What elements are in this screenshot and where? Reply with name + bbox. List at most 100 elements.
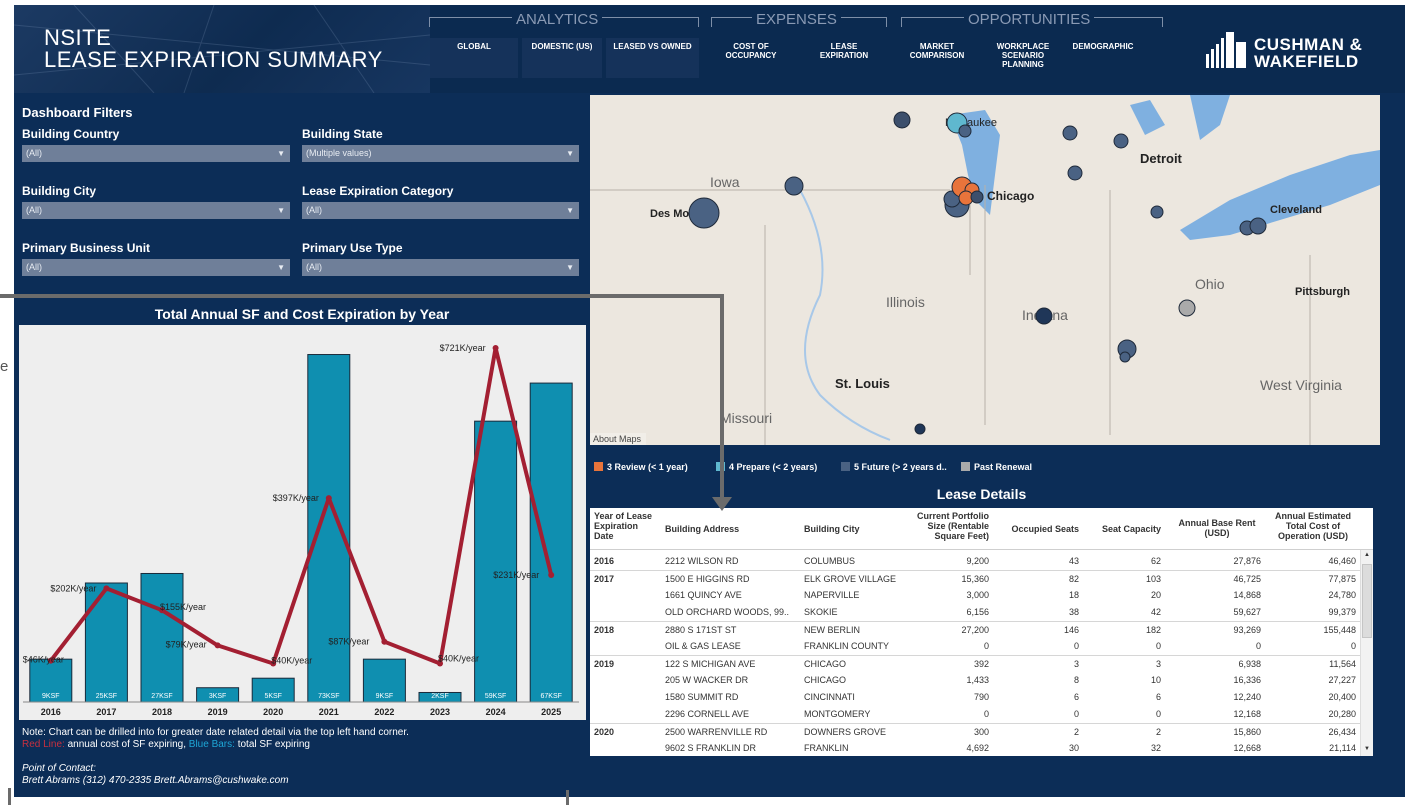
blue-bars-text: total SF expiring: [234, 739, 310, 750]
cost-point[interactable]: [548, 571, 555, 578]
table-row[interactable]: 2296 CORNELL AVE MONTGOMERY 0 0 0 12,168 20,28…: [590, 706, 1360, 722]
lake-erie: [1180, 150, 1380, 240]
cost-point[interactable]: [492, 345, 499, 351]
table-row[interactable]: 2019 122 S MICHIGAN AVE CHICAGO 392 3 3 6,938 1…: [590, 655, 1360, 671]
chart-title: Total Annual SF and Cost Expiration by Y…: [154, 306, 450, 322]
map-marker[interactable]: [688, 197, 720, 229]
cell-year: 2019: [594, 659, 615, 669]
col-address[interactable]: Building Address: [665, 524, 795, 534]
map-marker[interactable]: [1035, 307, 1053, 325]
cost-point[interactable]: [325, 495, 332, 502]
map-marker[interactable]: [1178, 299, 1196, 317]
map-marker[interactable]: [970, 190, 984, 204]
scroll-down-icon[interactable]: ▼: [1364, 746, 1370, 752]
col-city[interactable]: Building City: [804, 524, 904, 534]
map-marker[interactable]: [784, 176, 804, 196]
bar[interactable]: [474, 420, 518, 703]
lake-huron: [1190, 95, 1230, 140]
legend-prepare[interactable]: 4 Prepare (< 2 years): [716, 462, 817, 472]
nav-demographic[interactable]: DEMOGRAPHIC: [1062, 42, 1144, 51]
nav-domestic[interactable]: DOMESTIC (US): [522, 38, 602, 78]
place-pittsburgh: Pittsburgh: [1295, 286, 1350, 298]
bar[interactable]: [529, 382, 573, 703]
legend-past-renewal[interactable]: Past Renewal: [961, 462, 1032, 472]
table-row[interactable]: 2020 2500 WARRENVILLE RD DOWNERS GROVE 300 2…: [590, 723, 1360, 739]
bar[interactable]: [84, 582, 128, 703]
cost-label: $721K/year: [440, 343, 486, 353]
col-portfolio-size[interactable]: Current Portfolio Size (Rentable Square …: [907, 511, 989, 541]
table-row[interactable]: OLD ORCHARD WOODS, 99.. SKOKIE 6,156 38 42 59…: [590, 604, 1360, 620]
col-seat-capacity[interactable]: Seat Capacity: [1085, 524, 1161, 534]
cell-capacity: 10: [1150, 675, 1161, 685]
cell-base-rent: 12,168: [1233, 709, 1261, 719]
x-tick-label: 2021: [319, 707, 339, 717]
table-row[interactable]: 2018 2880 S 171ST ST NEW BERLIN 27,200 146 18…: [590, 621, 1360, 637]
table-row[interactable]: 2016 2212 WILSON RD COLUMBUS 9,200 43 62 27,87…: [590, 553, 1360, 569]
col-occupied-seats[interactable]: Occupied Seats: [995, 524, 1079, 534]
bar[interactable]: [140, 572, 184, 703]
cell-size: 392: [973, 659, 989, 669]
use-type-dropdown[interactable]: (All) ▼: [302, 259, 579, 276]
cell-city: SKOKIE: [804, 607, 838, 617]
cell-size: 300: [973, 727, 989, 737]
scroll-up-icon[interactable]: ▲: [1364, 552, 1370, 558]
building-country-dropdown[interactable]: (All) ▼: [22, 145, 290, 162]
river: [799, 189, 891, 441]
map-attribution[interactable]: About Maps: [593, 434, 642, 444]
cell-total-cost: 99,379: [1328, 607, 1356, 617]
cost-point[interactable]: [103, 585, 110, 592]
lease-map[interactable]: Milwaukee Detroit Iowa Chicago Des Moine…: [590, 95, 1380, 445]
lease-details-table: Year of Lease Expiration Date Building A…: [590, 508, 1373, 756]
map-marker[interactable]: [958, 124, 972, 138]
cost-point[interactable]: [214, 642, 221, 649]
map-marker[interactable]: [1067, 165, 1083, 181]
bar-label: 73KSF: [318, 693, 339, 700]
table-row[interactable]: 9602 S FRANKLIN DR FRANKLIN 4,692 30 32 12,66…: [590, 740, 1360, 756]
nav-market-comparison[interactable]: MARKET COMPARISON: [900, 42, 974, 60]
map-marker[interactable]: [1062, 125, 1078, 141]
map-marker[interactable]: [1249, 217, 1267, 235]
table-row[interactable]: 205 W WACKER DR CHICAGO 1,433 8 10 16,336 27,2…: [590, 672, 1360, 688]
cost-point[interactable]: [381, 638, 388, 645]
nav-cost-of-occupancy[interactable]: COST OF OCCUPANCY: [716, 42, 786, 60]
chevron-down-icon: ▼: [566, 263, 574, 272]
cell-capacity: 42: [1150, 607, 1161, 617]
x-tick-label: 2020: [263, 707, 283, 717]
bar[interactable]: [307, 354, 351, 703]
cell-city: COLUMBUS: [804, 556, 856, 566]
cell-capacity: 20: [1150, 590, 1161, 600]
cell-city: NAPERVILLE: [804, 590, 860, 600]
building-state-dropdown[interactable]: (Multiple values) ▼: [302, 145, 579, 162]
table-row[interactable]: 1661 QUINCY AVE NAPERVILLE 3,000 18 20 14,868…: [590, 587, 1360, 603]
map-marker[interactable]: [893, 111, 911, 129]
col-base-rent[interactable]: Annual Base Rent (USD): [1173, 518, 1261, 538]
cell-occupied: 38: [1068, 607, 1079, 617]
cell-address: 1500 E HIGGINS RD: [665, 574, 750, 584]
table-row[interactable]: 2017 1500 E HIGGINS RD ELK GROVE VILLAGE 15…: [590, 570, 1360, 586]
map-marker[interactable]: [1150, 205, 1164, 219]
table-row[interactable]: 1580 SUMMIT RD CINCINNATI 790 6 6 12,240 20,40…: [590, 689, 1360, 705]
nav-workplace-scenario-planning[interactable]: WORKPLACE SCENARIO PLANNING: [984, 42, 1062, 69]
table-scrollbar[interactable]: ▲ ▼: [1360, 550, 1373, 756]
map-marker[interactable]: [1113, 133, 1129, 149]
building-city-dropdown[interactable]: (All) ▼: [22, 202, 290, 219]
legend-future[interactable]: 5 Future (> 2 years d..: [841, 462, 947, 472]
nav-lease-expiration[interactable]: LEASE EXPIRATION: [809, 42, 879, 60]
nav-leased-vs-owned[interactable]: LEASED VS OWNED: [606, 38, 699, 78]
cell-address: 2212 WILSON RD: [665, 556, 739, 566]
table-row[interactable]: OIL & GAS LEASE FRANKLIN COUNTY 0 0 0 0 0: [590, 638, 1360, 654]
legend-review[interactable]: 3 Review (< 1 year): [594, 462, 688, 472]
annotation-tick-left: [8, 788, 11, 805]
col-total-cost[interactable]: Annual Estimated Total Cost of Operation…: [1266, 511, 1360, 541]
lease-category-dropdown[interactable]: (All) ▼: [302, 202, 579, 219]
col-year[interactable]: Year of Lease Expiration Date: [594, 511, 656, 541]
blue-bars-label: Blue Bars:: [188, 739, 235, 750]
business-unit-dropdown[interactable]: (All) ▼: [22, 259, 290, 276]
cell-total-cost: 27,227: [1328, 675, 1356, 685]
nav-global[interactable]: GLOBAL: [430, 38, 518, 78]
cell-total-cost: 155,448: [1323, 625, 1356, 635]
place-illinois: Illinois: [886, 294, 925, 310]
scrollbar-thumb[interactable]: [1362, 564, 1372, 638]
map-marker[interactable]: [1119, 351, 1131, 363]
map-marker[interactable]: [914, 423, 926, 435]
